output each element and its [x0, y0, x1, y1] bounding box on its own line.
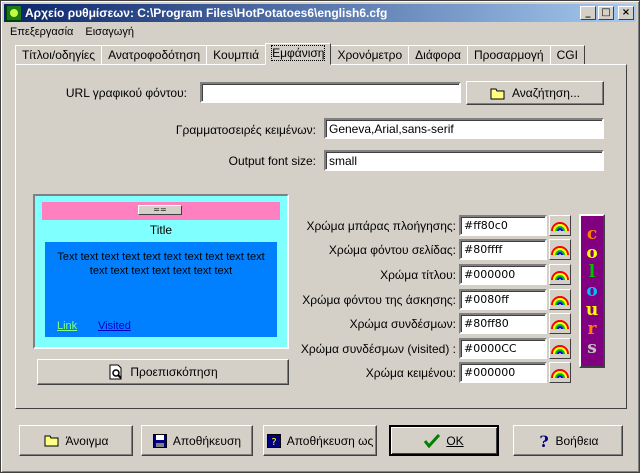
visited-link-color-input[interactable]: #0000CC	[459, 338, 547, 359]
tab-timer[interactable]: Χρονόμετρο	[330, 45, 410, 65]
rainbow-icon	[551, 368, 569, 378]
ok-button-label: OK	[446, 433, 464, 448]
preview-title: Title	[149, 223, 173, 237]
preview-visited-link: Visited	[98, 320, 131, 332]
tab-titles-instructions[interactable]: Τίτλοι/οδηγίες	[15, 45, 103, 65]
help-button[interactable]: ? Βοήθεια	[513, 425, 623, 456]
font-size-label: Output font size:	[228, 154, 316, 168]
tab-other[interactable]: Διάφορα	[408, 45, 468, 65]
browse-button[interactable]: Αναζήτηση...	[466, 81, 604, 105]
text-color-label: Χρώμα κειμένου:	[365, 366, 456, 380]
navbar-color-input[interactable]: #ff80c0	[459, 215, 547, 236]
help-button-label: Βοήθεια	[555, 433, 599, 448]
folder-icon	[44, 435, 58, 447]
preview-text: Text text text text text text text text …	[57, 251, 265, 277]
navbar-color-picker-button[interactable]	[549, 215, 571, 236]
open-button-label: Άνοιγμα	[65, 433, 109, 448]
floppy-disk-question-icon: ?	[266, 433, 281, 448]
text-color-picker-button[interactable]	[549, 362, 571, 383]
fonts-input[interactable]: Geneva,Arial,sans-serif	[324, 118, 604, 139]
preview-link: Link	[57, 320, 78, 332]
preview-button[interactable]: Προεπισκόπηση	[37, 359, 289, 385]
preview-button-label: Προεπισκόπηση	[130, 365, 218, 379]
save-as-button[interactable]: ? Αποθήκευση ως	[263, 425, 377, 456]
link-color-picker-button[interactable]	[549, 313, 571, 334]
link-color-input[interactable]: #80ff80	[459, 313, 547, 334]
font-size-input[interactable]: small	[324, 150, 604, 171]
preview-nav-bar: ==	[42, 202, 280, 220]
colours-letter: o	[586, 280, 598, 301]
title-color-picker-button[interactable]	[549, 264, 571, 285]
navbar-color-label: Χρώμα μπάρας πλοήγησης:	[306, 219, 456, 233]
svg-text:?: ?	[271, 437, 276, 448]
floppy-disk-icon	[152, 433, 167, 448]
tab-appearance[interactable]: Εμφάνιση	[265, 43, 332, 65]
save-as-button-label: Αποθήκευση ως	[286, 433, 374, 448]
open-button[interactable]: Άνοιγμα	[19, 425, 133, 456]
exercise-bg-color-label: Χρώμα φόντου της άσκησης:	[302, 293, 456, 307]
rainbow-icon	[551, 319, 569, 329]
browse-label: Αναζήτηση...	[512, 86, 580, 100]
colours-letter: r	[587, 318, 597, 339]
colours-letter: o	[586, 242, 598, 263]
exercise-bg-color-input[interactable]: #0080ff	[459, 289, 547, 310]
exercise-bg-color-picker-button[interactable]	[549, 289, 571, 310]
tab-strip: Τίτλοι/οδηγίες Ανατροφοδότηση Κουμπιά Εμ…	[15, 43, 585, 65]
menu-edit[interactable]: Επεξεργασία	[4, 26, 79, 38]
fonts-label: Γραμματοσειρές κειμένων:	[175, 123, 316, 137]
colours-letter: c	[586, 223, 598, 244]
bg-image-url-input[interactable]	[200, 82, 461, 103]
rainbow-icon	[551, 295, 569, 305]
preview-nav-button: ==	[138, 205, 182, 215]
bg-image-label: URL γραφικού φόντου:	[65, 86, 187, 100]
window-title: Αρχείο ρυθμίσεων: C:\Program Files\HotPo…	[25, 6, 388, 20]
rainbow-icon	[551, 245, 569, 255]
link-color-label: Χρώμα συνδέσμων:	[349, 317, 456, 331]
page-bg-color-input[interactable]: #80ffff	[459, 239, 547, 260]
title-bar[interactable]: Αρχείο ρυθμίσεων: C:\Program Files\HotPo…	[4, 4, 636, 22]
title-color-input[interactable]: #000000	[459, 264, 547, 285]
page-bg-color-label: Χρώμα φόντου σελίδας:	[328, 243, 456, 257]
page-bg-color-picker-button[interactable]	[549, 239, 571, 260]
appearance-preview: == Title Text text text text text text t…	[33, 194, 289, 349]
colours-letter: u	[585, 299, 599, 320]
save-button[interactable]: Αποθήκευση	[141, 425, 253, 456]
checkmark-icon	[424, 433, 441, 448]
close-button[interactable]: ×	[618, 6, 634, 20]
tab-cgi[interactable]: CGI	[549, 45, 585, 65]
rainbow-icon	[551, 270, 569, 280]
colours-letter: l	[588, 261, 596, 282]
minimize-button[interactable]: _	[580, 6, 596, 20]
maximize-button[interactable]: □	[598, 6, 614, 20]
menu-bar: Επεξεργασία Εισαγωγή	[4, 23, 140, 41]
preview-exercise-area: Text text text text text text text text …	[45, 242, 277, 337]
preview-page-icon	[109, 364, 123, 380]
save-button-label: Αποθήκευση	[172, 433, 242, 448]
rainbow-icon	[551, 221, 569, 231]
tab-custom[interactable]: Προσαρμογή	[466, 45, 551, 65]
visited-link-color-picker-button[interactable]	[549, 338, 571, 359]
title-color-label: Χρώμα τίτλου:	[380, 268, 456, 282]
hotpotatoes-app-icon	[6, 5, 22, 21]
help-question-icon: ?	[539, 433, 548, 449]
colours-button[interactable]: colours	[579, 214, 605, 368]
menu-insert[interactable]: Εισαγωγή	[79, 26, 140, 38]
rainbow-icon	[551, 344, 569, 354]
folder-icon	[490, 88, 505, 99]
visited-link-color-label: Χρώμα συνδέσμων (visited) :	[300, 342, 456, 356]
text-color-input[interactable]: #000000	[459, 362, 547, 383]
tab-buttons[interactable]: Κουμπιά	[206, 45, 267, 65]
svg-text:?: ?	[539, 433, 548, 449]
tab-feedback[interactable]: Ανατροφοδότηση	[101, 45, 208, 65]
ok-button[interactable]: OK	[389, 425, 499, 456]
config-window: Αρχείο ρυθμίσεων: C:\Program Files\HotPo…	[0, 0, 640, 473]
colours-letter: s	[587, 337, 597, 358]
